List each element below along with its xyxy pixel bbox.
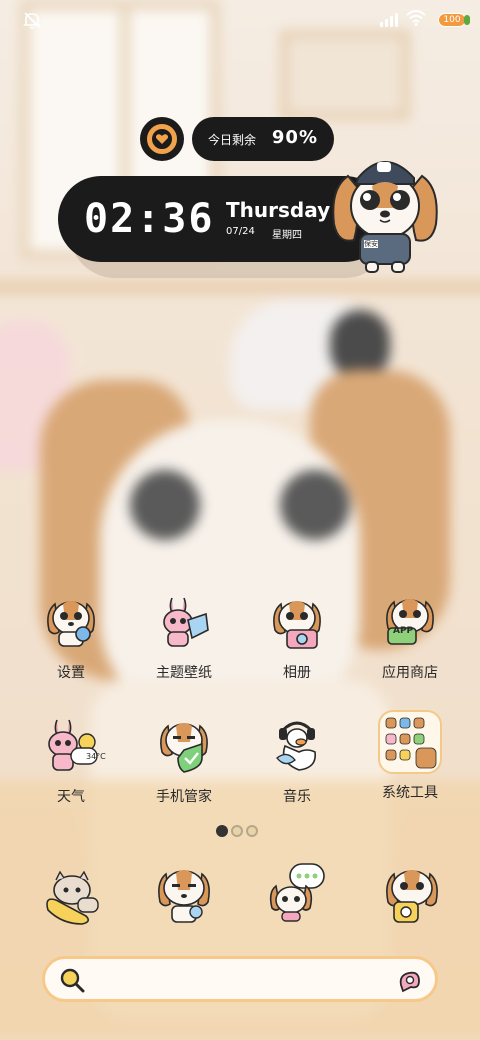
page-dot-3[interactable] [246,825,258,837]
app-label: 音乐 [283,789,311,805]
dock-dog-camera-icon[interactable] [382,866,442,926]
app-label: 应用商店 [382,665,438,681]
app-label: 手机管家 [156,789,212,805]
app-store[interactable]: APP 应用商店 [355,594,465,682]
app-themes[interactable]: 主题壁纸 [129,594,239,682]
app-weather[interactable]: 34°C 天气 [16,718,126,806]
app-label: 系统工具 [382,785,438,801]
search-bar[interactable] [42,956,438,1002]
heart-donut-widget[interactable] [140,117,184,161]
remaining-label: 今日剩余 [208,133,257,147]
battery-icon: 100 [434,12,470,28]
wifi-icon [406,10,426,30]
search-icon[interactable] [59,967,85,993]
dock-dog-icon[interactable] [154,866,214,926]
page-dot-2[interactable] [231,825,243,837]
status-bar: 100 [0,0,480,40]
app-label: 天气 [57,789,85,805]
clock-time: 02:36 [84,196,215,242]
dock-dog-message-icon[interactable] [268,862,328,922]
themes-bunny-icon [163,597,209,647]
system-tools-folder-icon [378,710,442,774]
battery-level: 100 [443,15,461,25]
page-dot-1[interactable] [216,825,228,837]
weather-temp-badge: 34°C [86,752,106,761]
appstore-dog-icon [386,599,434,645]
gallery-dog-icon [273,601,321,649]
dock-cat-phone-icon[interactable] [42,866,102,926]
page-indicator[interactable] [216,824,266,838]
heart-icon [155,134,169,144]
app-label: 主题壁纸 [156,665,212,681]
app-system-tools-folder[interactable]: 系统工具 [355,710,465,802]
phone-manager-dog-icon [160,723,208,773]
settings-dog-icon [47,601,95,647]
remaining-value: 90% [271,127,318,148]
signal-icon [380,13,398,27]
search-input[interactable] [95,967,385,993]
guard-badge-text: 保安 [364,240,378,248]
app-label: 设置 [57,665,85,681]
app-phone-manager[interactable]: 手机管家 [129,718,239,806]
mute-icon [22,10,42,34]
clock-weekday: 星期四 [272,230,302,241]
app-gallery[interactable]: 相册 [242,594,352,682]
clock-date: 07/24 [226,226,255,237]
app-settings[interactable]: 设置 [16,594,126,682]
voice-assistant-icon[interactable] [397,967,423,993]
appstore-badge-text: APP [393,626,414,636]
app-music[interactable]: 音乐 [242,718,352,806]
clock-day: Thursday [226,198,331,222]
guard-dog-sticker [332,161,438,273]
remaining-widget[interactable]: 今日剩余 90% [192,117,334,161]
weather-bunny-icon [48,719,98,771]
app-label: 相册 [283,665,311,681]
music-duck-icon [276,721,316,771]
